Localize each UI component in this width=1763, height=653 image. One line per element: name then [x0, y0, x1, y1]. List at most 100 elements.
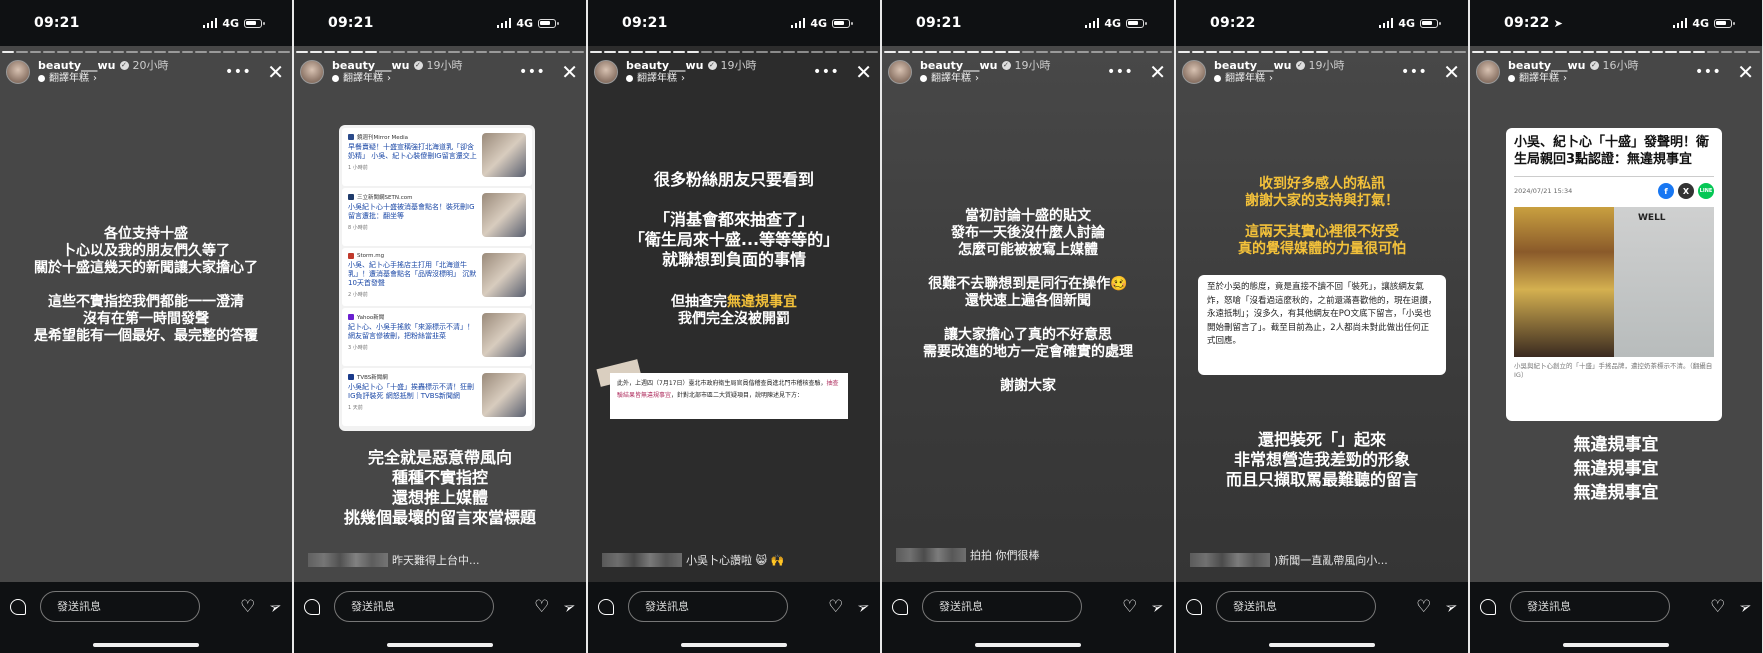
story-panel-5[interactable]: 09:22 4G beauty___wu 19小時 翻譯年糕 › ••• ✕ 收到好多…	[1176, 0, 1468, 653]
message-input[interactable]	[1510, 591, 1670, 622]
x-share-icon[interactable]: X	[1678, 183, 1694, 199]
send-icon[interactable]: ➢	[855, 596, 873, 617]
heart-icon[interactable]: ♡	[828, 597, 843, 617]
photo-man	[1514, 207, 1614, 357]
username[interactable]: beauty___wu	[626, 59, 704, 72]
story-panel-2[interactable]: 09:21 4G beauty___wu 19小時 翻譯年糕 › ••• ✕ 鏡週刊M…	[294, 0, 586, 653]
camera-icon[interactable]	[892, 598, 908, 615]
reply-bar: ♡ ➢	[882, 582, 1174, 653]
news-item[interactable]: Storm.mg 小吳、紀卜心手搖店主打用「北海道牛乳」！遭消基會點名「品牌沒標明…	[342, 248, 532, 306]
close-icon[interactable]: ✕	[561, 62, 578, 82]
text-line: 卜心以及我的朋友們久等了	[62, 243, 230, 259]
facebook-share-icon[interactable]: f	[1658, 183, 1674, 199]
camera-icon[interactable]	[304, 598, 320, 615]
text-line: 收到好多感人的私訊	[1259, 176, 1385, 192]
avatar[interactable]	[6, 60, 30, 84]
heart-icon[interactable]: ♡	[1122, 597, 1137, 617]
news-source: TVBS新聞網	[357, 375, 388, 381]
send-icon[interactable]: ➢	[1149, 596, 1167, 617]
close-icon[interactable]: ✕	[1737, 62, 1754, 82]
story-panel-6[interactable]: 09:22➤ 4G beauty___wu 16小時 翻譯年糕 › ••• ✕ 小吳、…	[1470, 0, 1762, 653]
news-item[interactable]: Yahoo新聞 紀卜心、小吳手搖飲「來源標示不清」！網友留言慘被刪，把粉絲當韭菜 3…	[342, 308, 532, 366]
avatar[interactable]	[888, 60, 912, 84]
heart-icon[interactable]: ♡	[1416, 597, 1431, 617]
avatar[interactable]	[1476, 60, 1500, 84]
progress-segment	[167, 51, 180, 53]
progress-segment	[1440, 51, 1453, 53]
camera-icon[interactable]	[598, 598, 614, 615]
close-icon[interactable]: ✕	[855, 62, 872, 82]
message-input[interactable]	[922, 591, 1082, 622]
username[interactable]: beauty___wu	[332, 59, 410, 72]
more-options-icon[interactable]: •••	[519, 65, 545, 79]
username[interactable]: beauty___wu	[38, 59, 116, 72]
story-panel-4[interactable]: 09:21 4G beauty___wu 19小時 翻譯年糕 › ••• ✕ 當初討論…	[882, 0, 1174, 653]
send-icon[interactable]: ➢	[1443, 596, 1461, 617]
avatar[interactable]	[594, 60, 618, 84]
send-icon[interactable]: ➢	[561, 596, 579, 617]
send-icon[interactable]: ➢	[267, 596, 285, 617]
close-icon[interactable]: ✕	[1443, 62, 1460, 82]
avatar[interactable]	[300, 60, 324, 84]
translate-link[interactable]: 翻譯年糕 ›	[38, 72, 169, 85]
news-thumbnail	[482, 373, 526, 417]
progress-segment	[966, 51, 979, 53]
progress-segment	[617, 51, 630, 53]
username[interactable]: beauty___wu	[1508, 59, 1586, 72]
news-item[interactable]: 三立新聞網SETN.com 小吳紀卜心十盛被消基會點名！裝死刪IG留言遭批：翻坐等…	[342, 188, 532, 246]
line-share-icon[interactable]: LINE	[1698, 183, 1714, 199]
more-options-icon[interactable]: •••	[1401, 65, 1427, 79]
progress-segment	[686, 51, 699, 53]
text-line: 真的覺得媒體的力量很可怕	[1238, 241, 1406, 257]
signal-icon	[496, 18, 512, 28]
progress-segment	[1412, 51, 1425, 53]
chevron-right-icon: ›	[1563, 73, 1567, 84]
translate-link[interactable]: 翻譯年糕 ›	[1214, 72, 1345, 85]
heart-icon[interactable]: ♡	[1710, 597, 1725, 617]
text-line: 種種不實指控	[391, 468, 488, 487]
translate-link[interactable]: 翻譯年糕 ›	[920, 72, 1051, 85]
username[interactable]: beauty___wu	[920, 59, 998, 72]
progress-segment	[1426, 51, 1439, 53]
username[interactable]: beauty___wu	[1214, 59, 1292, 72]
message-input[interactable]	[40, 591, 200, 622]
doc-text: 此外，上週四（7月17日）臺北市政府衛生局官員偕稽查員進北門市稽核查驗，	[617, 380, 827, 387]
story-panel-3[interactable]: 09:21 4G beauty___wu 19小時 翻譯年糕 › ••• ✕ 很多粉絲…	[588, 0, 880, 653]
blurred-username	[1190, 553, 1270, 567]
camera-icon[interactable]	[1480, 598, 1496, 615]
progress-segment	[236, 51, 249, 53]
signal-icon	[1672, 18, 1688, 28]
camera-icon[interactable]	[10, 598, 26, 615]
battery-icon	[244, 18, 265, 28]
news-title: 紀卜心、小吳手搖飲「來源標示不清」！網友留言慘被刪，把粉絲當韭菜	[348, 323, 474, 340]
close-icon[interactable]: ✕	[1149, 62, 1166, 82]
camera-icon[interactable]	[1186, 598, 1202, 615]
text-line: 很難不去聯想到是同行在操作🥴	[928, 276, 1128, 292]
audio-icon	[1508, 75, 1515, 82]
news-item[interactable]: 鏡週刊Mirror Media 早餐賣疑！十盛宣稱強打北海道乳「卻含奶精」 小吳、…	[342, 128, 532, 186]
message-input[interactable]	[334, 591, 494, 622]
more-options-icon[interactable]: •••	[1695, 65, 1721, 79]
translate-link[interactable]: 翻譯年糕 ›	[1508, 72, 1639, 85]
close-icon[interactable]: ✕	[267, 62, 284, 82]
news-item[interactable]: TVBS新聞網 小吳紀卜心「十盛」挨轟標示不清！狂刪IG負評裝死 網怒抵制｜TVB…	[342, 368, 532, 426]
progress-segment	[1035, 51, 1048, 53]
heart-icon[interactable]: ♡	[534, 597, 549, 617]
more-options-icon[interactable]: •••	[813, 65, 839, 79]
article-card[interactable]: 小吳、紀卜心「十盛」發聲明！衛生局親回3點認證：無違規事宜 2024/07/21…	[1506, 128, 1722, 421]
more-options-icon[interactable]: •••	[1107, 65, 1133, 79]
translate-link[interactable]: 翻譯年糕 ›	[332, 72, 463, 85]
avatar[interactable]	[1182, 60, 1206, 84]
battery-icon	[1420, 18, 1441, 28]
progress-segment	[181, 51, 194, 53]
story-panel-1[interactable]: 09:21 4G beauty___wu 20小時 翻譯年糕 › ••• ✕ 各位支持…	[0, 0, 292, 653]
heart-icon[interactable]: ♡	[240, 597, 255, 617]
message-input[interactable]	[628, 591, 788, 622]
progress-segment	[1610, 51, 1622, 53]
audio-icon	[332, 75, 339, 82]
progress-segment	[1720, 51, 1733, 53]
more-options-icon[interactable]: •••	[225, 65, 251, 79]
message-input[interactable]	[1216, 591, 1376, 622]
translate-link[interactable]: 翻譯年糕 ›	[626, 72, 757, 85]
send-icon[interactable]: ➢	[1737, 596, 1755, 617]
